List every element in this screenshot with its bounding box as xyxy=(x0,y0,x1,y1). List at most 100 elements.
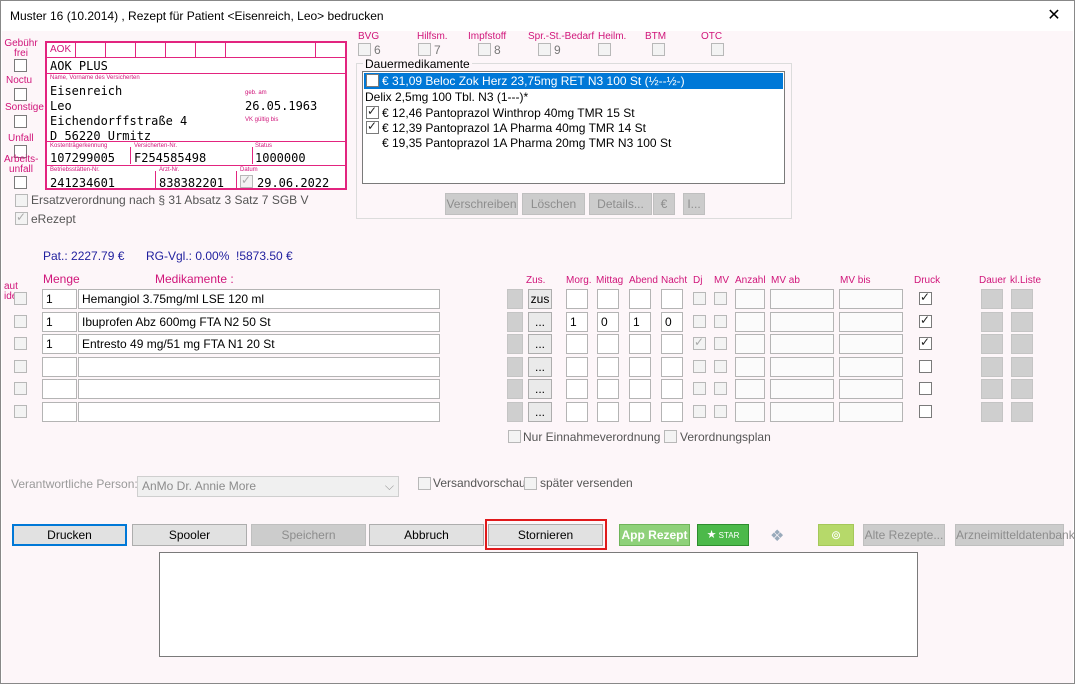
zus-button[interactable]: zus xyxy=(528,289,552,309)
euro-button[interactable]: € xyxy=(653,193,675,215)
anzahl-field[interactable] xyxy=(735,311,765,332)
mvbis-field[interactable] xyxy=(839,289,903,309)
cat-btm-checkbox[interactable] xyxy=(652,43,665,56)
dj-checkbox[interactable] xyxy=(693,405,706,418)
mvab-field[interactable] xyxy=(770,356,834,377)
morg-field[interactable] xyxy=(566,379,588,400)
details-button[interactable]: Details... xyxy=(589,193,652,215)
morg-field[interactable]: 1 xyxy=(566,311,588,332)
dauer-button[interactable] xyxy=(981,356,1003,377)
mv-checkbox[interactable] xyxy=(714,337,727,351)
nacht-field[interactable] xyxy=(661,402,683,422)
nacht-field[interactable] xyxy=(661,356,683,377)
cat-impfstoff-checkbox[interactable] xyxy=(478,43,491,56)
abbruch-button[interactable]: Abbruch xyxy=(369,524,484,546)
cat-bvg-checkbox[interactable] xyxy=(358,43,371,56)
anzahl-field[interactable] xyxy=(735,289,765,309)
medikament-field[interactable] xyxy=(78,402,440,422)
aut-idem-checkbox[interactable] xyxy=(14,382,27,396)
abend-field[interactable] xyxy=(629,289,651,309)
klliste-button[interactable] xyxy=(1011,402,1033,422)
mvab-field[interactable] xyxy=(770,311,834,332)
aut-idem-checkbox[interactable] xyxy=(14,359,27,373)
klliste-button[interactable] xyxy=(1011,334,1033,355)
klliste-button[interactable] xyxy=(1011,356,1033,377)
dj-checkbox[interactable] xyxy=(693,314,706,328)
speichern-button[interactable]: Speichern xyxy=(251,524,366,546)
morg-field[interactable] xyxy=(566,334,588,355)
ersatz-checkbox[interactable] xyxy=(15,194,28,207)
mittag-field[interactable] xyxy=(597,402,619,422)
cat-sprst-checkbox[interactable] xyxy=(538,43,551,56)
star-button[interactable]: ★ STAR xyxy=(697,524,749,546)
alte-rezepte-button[interactable]: Alte Rezepte... xyxy=(863,524,945,546)
druck-checkbox[interactable] xyxy=(919,313,932,328)
morg-field[interactable] xyxy=(566,402,588,422)
anzahl-field[interactable] xyxy=(735,356,765,377)
abend-field[interactable] xyxy=(629,402,651,422)
zus-button[interactable]: ... xyxy=(528,379,552,400)
klliste-button[interactable] xyxy=(1011,311,1033,332)
versandvorschau-checkbox[interactable] xyxy=(418,477,431,490)
aut-idem-checkbox[interactable] xyxy=(14,405,27,418)
dauer-item-2[interactable]: Delix 2,5mg 100 Tbl. N3 (1---)* xyxy=(364,90,528,105)
druck-checkbox[interactable] xyxy=(919,382,932,396)
loeschen-button[interactable]: Löschen xyxy=(522,193,585,215)
abend-field[interactable] xyxy=(629,356,651,377)
dauer-button[interactable] xyxy=(981,311,1003,332)
notes-textarea[interactable] xyxy=(159,552,918,657)
datum-checkbox[interactable] xyxy=(240,173,253,188)
mvab-field[interactable] xyxy=(770,402,834,422)
mittag-field[interactable] xyxy=(597,289,619,309)
mvbis-field[interactable] xyxy=(839,334,903,355)
nacht-field[interactable]: 0 xyxy=(661,311,683,332)
sonstige-checkbox[interactable] xyxy=(14,115,27,128)
abend-field[interactable] xyxy=(629,379,651,400)
drucken-button[interactable]: Drucken xyxy=(12,524,127,546)
menge-field[interactable] xyxy=(42,356,77,377)
stornieren-button[interactable]: Stornieren xyxy=(488,524,603,546)
zus-button[interactable]: ... xyxy=(528,356,552,377)
menge-field[interactable]: 1 xyxy=(42,311,77,332)
klliste-button[interactable] xyxy=(1011,289,1033,309)
arzneimitteldatenbank-button[interactable]: Arzneimitteldatenbank xyxy=(955,524,1075,546)
noctu-checkbox[interactable] xyxy=(14,88,27,101)
dauer-button[interactable] xyxy=(981,289,1003,309)
nacht-field[interactable] xyxy=(661,334,683,355)
verordnungsplan-checkbox[interactable] xyxy=(664,430,677,443)
mvab-field[interactable] xyxy=(770,379,834,400)
menge-field[interactable]: 1 xyxy=(42,289,77,309)
qr-icon[interactable]: ⊚ xyxy=(818,524,854,546)
dauermedikamente-list[interactable]: € 31,09 Beloc Zok Herz 23,75mg RET N3 10… xyxy=(362,71,785,184)
zus-button[interactable]: ... xyxy=(528,334,552,355)
dauer-item-1-checkbox[interactable] xyxy=(366,74,379,87)
mvbis-field[interactable] xyxy=(839,311,903,332)
dauer-item-4-checkbox[interactable] xyxy=(366,119,379,134)
mittag-field[interactable] xyxy=(597,334,619,355)
person-select[interactable]: AnMo Dr. Annie More ⌵ xyxy=(137,476,399,497)
medikament-field[interactable] xyxy=(78,379,440,400)
aut-idem-checkbox[interactable] xyxy=(14,292,27,305)
mittag-field[interactable] xyxy=(597,379,619,400)
erezept-checkbox[interactable] xyxy=(15,210,28,225)
mv-checkbox[interactable] xyxy=(714,359,727,373)
anzahl-field[interactable] xyxy=(735,402,765,422)
druck-checkbox[interactable] xyxy=(919,405,932,418)
aut-idem-checkbox[interactable] xyxy=(14,337,27,351)
anzahl-field[interactable] xyxy=(735,379,765,400)
mvab-field[interactable] xyxy=(770,289,834,309)
zus-button[interactable]: ... xyxy=(528,311,552,332)
spaeter-versenden-checkbox[interactable] xyxy=(524,477,537,490)
druck-checkbox[interactable] xyxy=(919,359,932,373)
mvbis-field[interactable] xyxy=(839,356,903,377)
info-button[interactable]: I... xyxy=(683,193,705,215)
anzahl-field[interactable] xyxy=(735,334,765,355)
dj-checkbox[interactable] xyxy=(693,382,706,396)
mvbis-field[interactable] xyxy=(839,379,903,400)
dauer-item-1[interactable]: € 31,09 Beloc Zok Herz 23,75mg RET N3 10… xyxy=(364,73,783,89)
arbeitsunfall-checkbox[interactable] xyxy=(14,176,27,189)
druck-checkbox[interactable] xyxy=(919,290,932,305)
medikament-field[interactable]: Entresto 49 mg/51 mg FTA N1 20 St xyxy=(78,334,440,355)
menge-field[interactable]: 1 xyxy=(42,334,77,355)
nacht-field[interactable] xyxy=(661,379,683,400)
